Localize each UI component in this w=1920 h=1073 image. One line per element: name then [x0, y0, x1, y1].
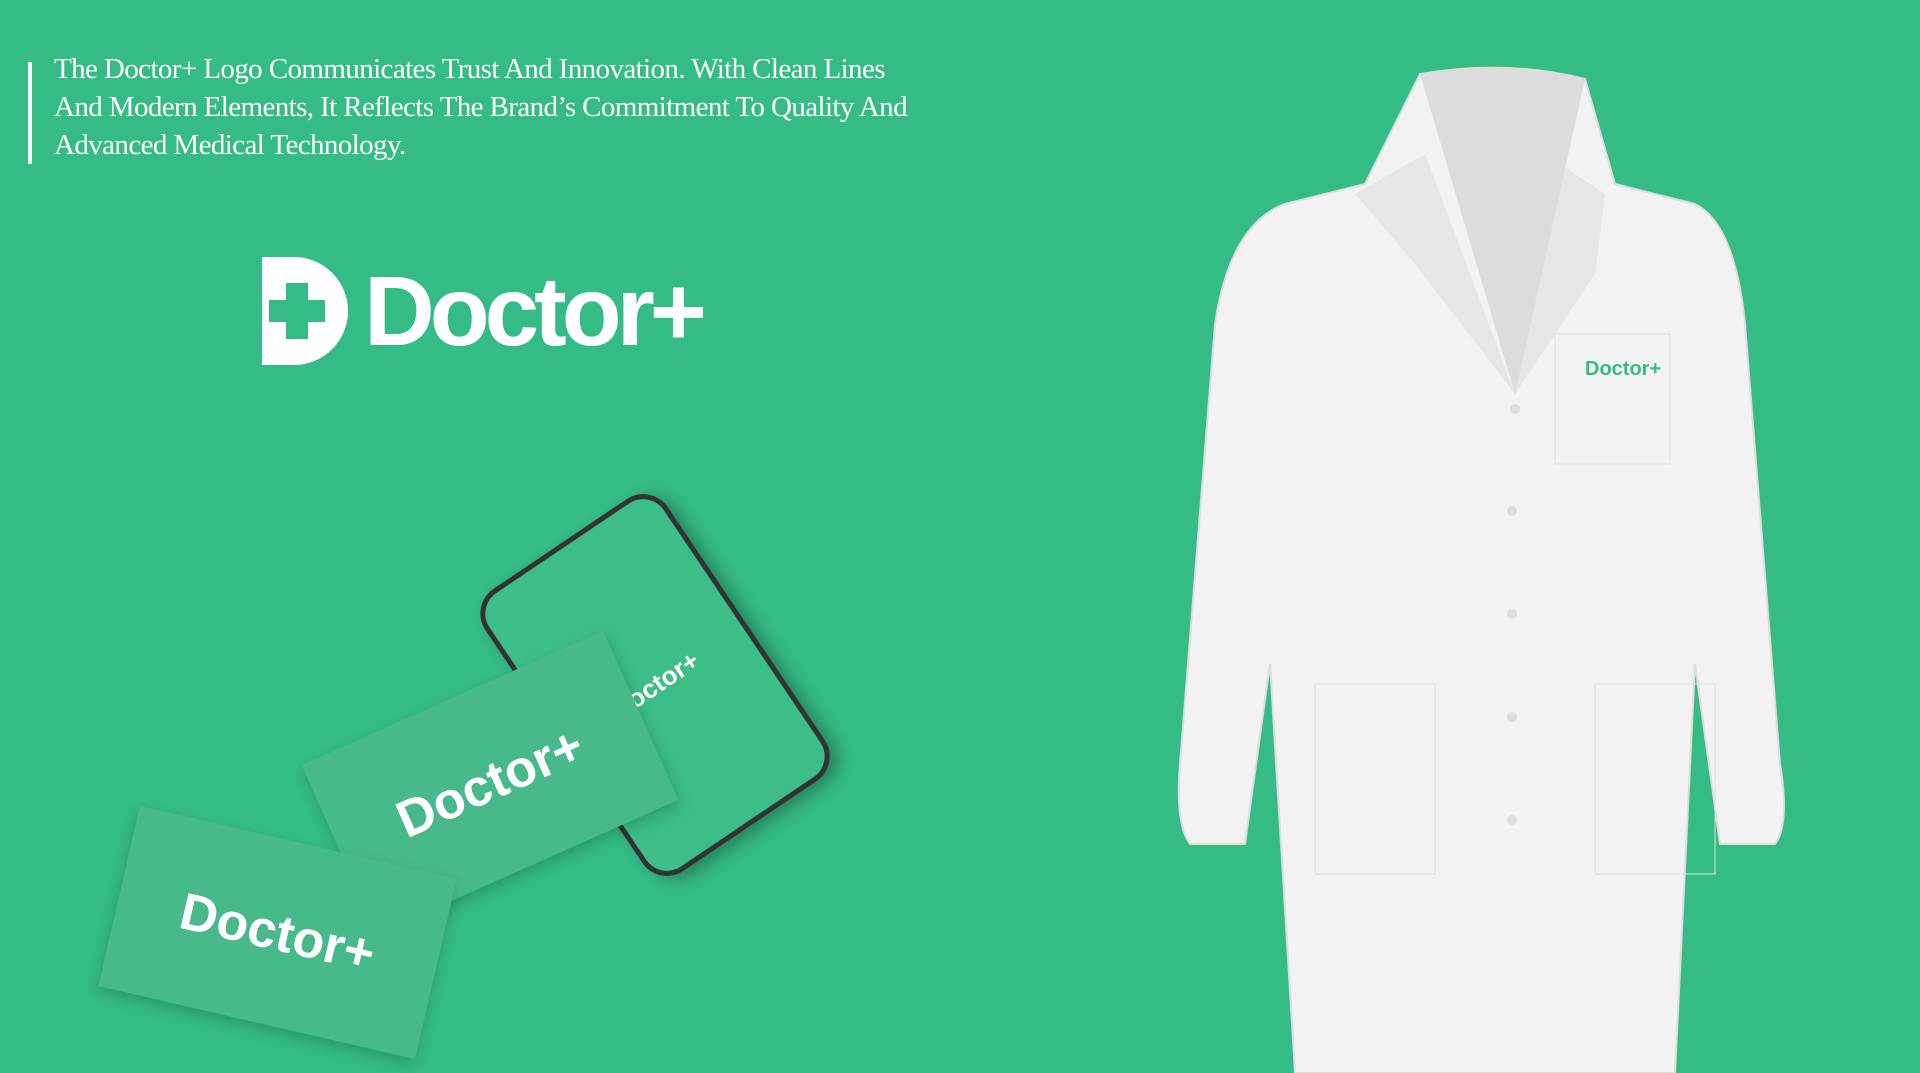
card-logo: Doctor+ [387, 715, 593, 850]
brand-logo: Doctor+ [262, 256, 707, 366]
quote-bar [28, 62, 32, 164]
card-logo: Doctor+ [174, 881, 381, 984]
lab-coat-mockup [1177, 66, 1785, 1073]
d-cross-icon [262, 257, 348, 365]
description-text: The Doctor+ Logo Communicates Trust And … [54, 53, 908, 161]
brand-wordmark: Doctor+ [364, 256, 707, 366]
coat-pocket-logo: Doctor+ [1585, 358, 1662, 380]
